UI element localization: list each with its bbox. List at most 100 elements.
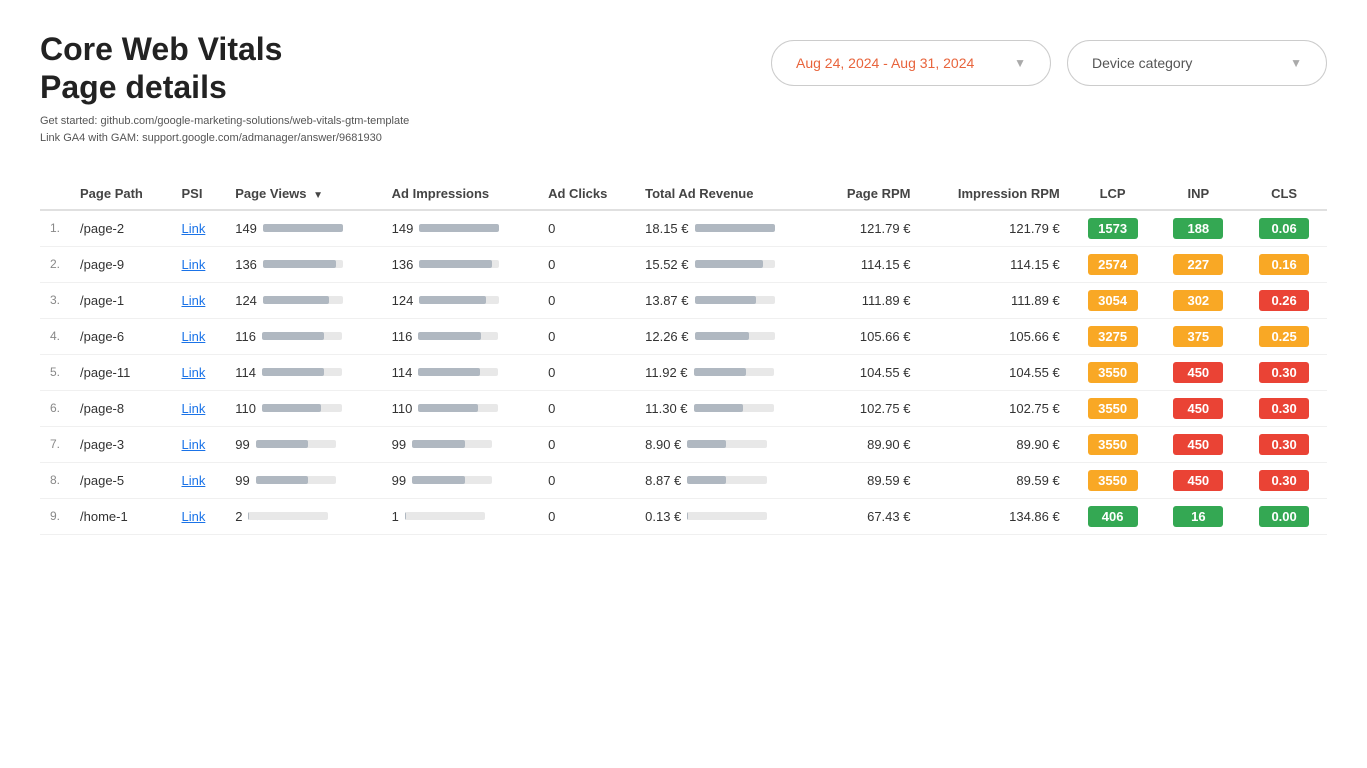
col-num <box>40 178 70 210</box>
psi-link[interactable]: Link <box>172 498 226 534</box>
cls-metric: 0.06 <box>1241 210 1327 247</box>
impression-rpm: 89.59 € <box>920 462 1069 498</box>
page-views: 99 <box>225 462 381 498</box>
page-path: /page-9 <box>70 246 171 282</box>
page-rpm: 111.89 € <box>818 282 920 318</box>
cls-metric: 0.25 <box>1241 318 1327 354</box>
table-row: 3. /page-1 Link 124 124 0 13.87 € 111.89… <box>40 282 1327 318</box>
subtitle: Get started: github.com/google-marketing… <box>40 113 409 148</box>
page-rpm: 114.15 € <box>818 246 920 282</box>
row-number: 3. <box>40 282 70 318</box>
page-rpm: 89.59 € <box>818 462 920 498</box>
col-page-path: Page Path <box>70 178 171 210</box>
page-rpm: 104.55 € <box>818 354 920 390</box>
inp-metric: 16 <box>1155 498 1241 534</box>
total-ad-revenue: 15.52 € <box>635 246 818 282</box>
page-views: 136 <box>225 246 381 282</box>
cls-metric: 0.30 <box>1241 426 1327 462</box>
filters: Aug 24, 2024 - Aug 31, 2024 ▼ Device cat… <box>771 40 1327 86</box>
lcp-metric: 3550 <box>1070 354 1156 390</box>
cls-metric: 0.00 <box>1241 498 1327 534</box>
date-filter-arrow-icon: ▼ <box>1014 56 1026 70</box>
col-inp: INP <box>1155 178 1241 210</box>
lcp-metric: 3054 <box>1070 282 1156 318</box>
col-page-views[interactable]: Page Views ▼ <box>225 178 381 210</box>
ad-clicks: 0 <box>538 210 635 247</box>
inp-metric: 450 <box>1155 354 1241 390</box>
ad-impressions: 1 <box>382 498 538 534</box>
impression-rpm: 114.15 € <box>920 246 1069 282</box>
psi-link[interactable]: Link <box>172 282 226 318</box>
ad-clicks: 0 <box>538 498 635 534</box>
row-number: 2. <box>40 246 70 282</box>
ad-clicks: 0 <box>538 282 635 318</box>
ad-clicks: 0 <box>538 426 635 462</box>
page-title: Core Web Vitals Page details <box>40 30 409 107</box>
psi-link[interactable]: Link <box>172 462 226 498</box>
page-path: /page-1 <box>70 282 171 318</box>
table-row: 8. /page-5 Link 99 99 0 8.87 € 89.59 € 8… <box>40 462 1327 498</box>
table-row: 4. /page-6 Link 116 116 0 12.26 € 105.66… <box>40 318 1327 354</box>
lcp-metric: 3550 <box>1070 426 1156 462</box>
lcp-metric: 3550 <box>1070 462 1156 498</box>
lcp-metric: 3275 <box>1070 318 1156 354</box>
ad-impressions: 124 <box>382 282 538 318</box>
total-ad-revenue: 8.87 € <box>635 462 818 498</box>
table-row: 5. /page-11 Link 114 114 0 11.92 € 104.5… <box>40 354 1327 390</box>
device-filter-dropdown[interactable]: Device category ▼ <box>1067 40 1327 86</box>
ad-clicks: 0 <box>538 390 635 426</box>
inp-metric: 188 <box>1155 210 1241 247</box>
impression-rpm: 111.89 € <box>920 282 1069 318</box>
page-views: 124 <box>225 282 381 318</box>
ad-impressions: 116 <box>382 318 538 354</box>
table-row: 7. /page-3 Link 99 99 0 8.90 € 89.90 € 8… <box>40 426 1327 462</box>
total-ad-revenue: 13.87 € <box>635 282 818 318</box>
page-views: 2 <box>225 498 381 534</box>
page-rpm: 67.43 € <box>818 498 920 534</box>
row-number: 9. <box>40 498 70 534</box>
ad-impressions: 136 <box>382 246 538 282</box>
row-number: 5. <box>40 354 70 390</box>
ad-impressions: 99 <box>382 462 538 498</box>
table-row: 2. /page-9 Link 136 136 0 15.52 € 114.15… <box>40 246 1327 282</box>
psi-link[interactable]: Link <box>172 390 226 426</box>
impression-rpm: 104.55 € <box>920 354 1069 390</box>
cls-metric: 0.30 <box>1241 462 1327 498</box>
lcp-metric: 2574 <box>1070 246 1156 282</box>
cls-metric: 0.30 <box>1241 390 1327 426</box>
psi-link[interactable]: Link <box>172 426 226 462</box>
cls-metric: 0.16 <box>1241 246 1327 282</box>
ad-clicks: 0 <box>538 246 635 282</box>
ad-impressions: 110 <box>382 390 538 426</box>
col-ad-clicks: Ad Clicks <box>538 178 635 210</box>
date-filter-dropdown[interactable]: Aug 24, 2024 - Aug 31, 2024 ▼ <box>771 40 1051 86</box>
page-rpm: 102.75 € <box>818 390 920 426</box>
psi-link[interactable]: Link <box>172 210 226 247</box>
page-path: /page-5 <box>70 462 171 498</box>
cls-metric: 0.30 <box>1241 354 1327 390</box>
row-number: 4. <box>40 318 70 354</box>
date-filter-label: Aug 24, 2024 - Aug 31, 2024 <box>796 55 974 71</box>
psi-link[interactable]: Link <box>172 354 226 390</box>
inp-metric: 450 <box>1155 390 1241 426</box>
page-views: 99 <box>225 426 381 462</box>
total-ad-revenue: 11.30 € <box>635 390 818 426</box>
impression-rpm: 89.90 € <box>920 426 1069 462</box>
title-block: Core Web Vitals Page details Get started… <box>40 30 409 148</box>
psi-link[interactable]: Link <box>172 246 226 282</box>
cls-metric: 0.26 <box>1241 282 1327 318</box>
page-views: 114 <box>225 354 381 390</box>
lcp-metric: 1573 <box>1070 210 1156 247</box>
table-row: 9. /home-1 Link 2 1 0 0.13 € 67.43 € 134… <box>40 498 1327 534</box>
ad-clicks: 0 <box>538 318 635 354</box>
psi-link[interactable]: Link <box>172 318 226 354</box>
col-impression-rpm: Impression RPM <box>920 178 1069 210</box>
col-ad-impressions: Ad Impressions <box>382 178 538 210</box>
page-path: /home-1 <box>70 498 171 534</box>
device-filter-label: Device category <box>1092 55 1192 71</box>
row-number: 8. <box>40 462 70 498</box>
col-lcp: LCP <box>1070 178 1156 210</box>
impression-rpm: 102.75 € <box>920 390 1069 426</box>
total-ad-revenue: 12.26 € <box>635 318 818 354</box>
lcp-metric: 3550 <box>1070 390 1156 426</box>
